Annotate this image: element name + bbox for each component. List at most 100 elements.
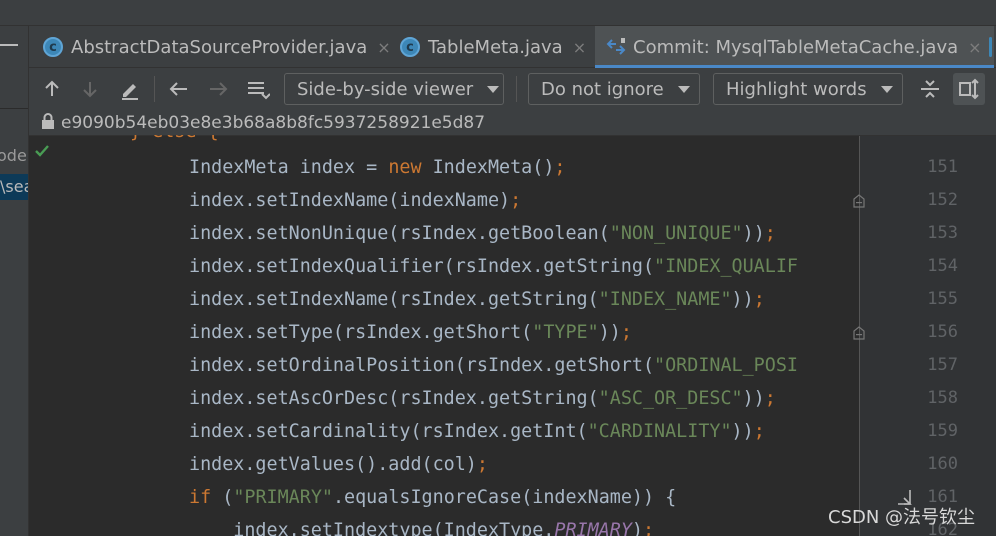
code-token: ; <box>753 421 765 442</box>
project-tree-item[interactable]: ode <box>0 146 27 165</box>
code-token: ; <box>476 454 488 475</box>
close-icon[interactable]: × <box>377 38 390 57</box>
code-token: if <box>189 487 212 508</box>
line-number: 152 <box>927 190 958 210</box>
code-token: ) <box>631 520 643 536</box>
tab-table-meta[interactable]: c TableMeta.java × <box>400 26 586 68</box>
whitespace-ignore-dropdown[interactable]: Do not ignore <box>528 73 700 105</box>
chevron-down-icon <box>487 85 500 93</box>
diff-arrows-icon <box>605 36 627 58</box>
code-line: index.setAscOrDesc(rsIndex.getString("AS… <box>189 382 776 415</box>
project-panel: ode \sea <box>0 26 29 536</box>
code-token: index.getValues().add(col) <box>189 454 477 475</box>
watermark: CSDN @法号钦尘 <box>828 507 976 528</box>
java-class-icon: c <box>43 37 63 57</box>
line-number: 155 <box>927 289 958 309</box>
code-token: "NON_UNIQUE" <box>609 223 743 244</box>
viewer-mode-dropdown[interactable]: Side-by-side viewer <box>284 73 504 105</box>
code-line: if ("PRIMARY".equalsIgnoreCase(indexName… <box>189 481 676 514</box>
line-number: 153 <box>927 223 958 243</box>
arrow-right-icon <box>210 82 228 96</box>
code-token: index.setNonUnique(rsIndex.getBoolean( <box>189 223 610 244</box>
code-token: ; <box>753 289 765 310</box>
code-token: "PRIMARY" <box>233 487 333 508</box>
code-line: index.setType(rsIndex.getShort("TYPE")); <box>189 316 632 349</box>
code-token: ; <box>620 322 632 343</box>
back-button[interactable] <box>166 76 192 102</box>
tab-label: Commit: MysqlTableMetaCache.java <box>633 36 959 58</box>
code-token: index.setIndexName(rsIndex.getString( <box>189 289 599 310</box>
code-token: index.setIndextype(IndexType. <box>189 520 555 536</box>
line-number: 160 <box>927 454 958 474</box>
code-token: index.setIndexName(indexName) <box>189 190 511 211</box>
highlight-mode-dropdown[interactable]: Highlight words <box>713 73 903 105</box>
code-line: index.setIndexName(rsIndex.getString("IN… <box>189 283 765 316</box>
code-token: index.setCardinality(rsIndex.getInt( <box>189 421 588 442</box>
edit-source-button[interactable] <box>117 76 143 102</box>
tab-commit-mysql-table-meta-cache[interactable]: Commit: MysqlTableMetaCache.java × <box>595 26 994 68</box>
code-line: index.setIndexName(indexName); <box>189 184 521 217</box>
code-token: index.setIndexQualifier(rsIndex.getStrin… <box>189 256 655 277</box>
close-icon[interactable]: × <box>968 38 981 57</box>
code-line: index.setOrdinalPosition(rsIndex.getShor… <box>189 349 798 382</box>
code-token: ; <box>510 190 522 211</box>
collapse-unchanged-button[interactable] <box>917 76 943 102</box>
hamburger-icon[interactable] <box>0 44 18 46</box>
editor-tab-bar: c AbstractDataSourceProvider.java × c Ta… <box>29 26 996 68</box>
tab-abstract-data-source-provider[interactable]: c AbstractDataSourceProvider.java × <box>43 26 391 68</box>
code-token: )) <box>731 421 754 442</box>
line-number-gutter: 151 152 153 154 155 156 157 158 159 160 161 162 <box>859 136 996 536</box>
arrow-down-icon <box>83 82 97 98</box>
pencil-icon <box>122 84 138 100</box>
line-number: 154 <box>927 256 958 276</box>
code-line: index.setIndextype(IndexType.PRIMARY); <box>189 514 654 536</box>
java-class-icon: c <box>400 37 420 57</box>
panel-divider <box>0 108 28 109</box>
code-token: "INDEX_NAME" <box>598 289 732 310</box>
chevron-down-icon <box>880 85 893 93</box>
line-number: 156 <box>927 322 958 342</box>
project-tree-item-selected[interactable]: \sea <box>0 174 28 200</box>
code-token: ; <box>764 223 776 244</box>
code-token: ( <box>211 487 234 508</box>
code-token: "CARDINALITY" <box>587 421 732 442</box>
tab-label: AbstractDataSourceProvider.java <box>71 36 368 58</box>
code-token: )) <box>598 322 621 343</box>
chevron-down-icon <box>677 85 690 93</box>
code-token: PRIMARY <box>554 520 632 536</box>
code-line: index.getValues().add(col); <box>189 448 488 481</box>
list-icon <box>248 82 270 100</box>
code-token: index.setOrdinalPosition(rsIndex.getShor… <box>189 355 655 376</box>
code-editor[interactable]: IndexMeta index = new IndexMeta(); index.… <box>29 136 859 536</box>
tab-label: TableMeta.java <box>428 36 563 58</box>
collapse-icon <box>921 80 939 98</box>
code-token: )) <box>731 289 754 310</box>
forward-button[interactable] <box>205 76 231 102</box>
code-line: index.setIndexQualifier(rsIndex.getStrin… <box>189 250 798 283</box>
arrow-up-icon <box>45 80 59 96</box>
previous-difference-button[interactable] <box>39 76 65 102</box>
sync-scroll-toggle[interactable] <box>953 73 985 105</box>
highlight-mode-value: Highlight words <box>726 78 867 100</box>
close-icon[interactable]: × <box>573 38 586 57</box>
code-token: ; <box>764 388 776 409</box>
files-list-button[interactable] <box>245 76 271 102</box>
code-token: .equalsIgnoreCase(indexName)) { <box>332 487 677 508</box>
lock-icon <box>41 112 55 133</box>
tab-overflow-fragment[interactable] <box>987 26 996 68</box>
diff-toolbar: Side-by-side viewer Do not ignore Highli… <box>29 68 996 110</box>
code-token: "ORDINAL_POSI <box>654 355 798 376</box>
next-difference-button[interactable] <box>77 76 103 102</box>
window-top-strip <box>0 0 996 26</box>
fold-marker-icon[interactable] <box>853 325 865 340</box>
inspection-ok-icon <box>34 143 50 162</box>
fold-marker-icon[interactable] <box>853 193 865 208</box>
code-token: ; <box>642 520 655 536</box>
code-token: "TYPE" <box>532 322 599 343</box>
code-token: IndexMeta() <box>421 157 555 178</box>
arrow-left-icon <box>169 82 187 96</box>
ignore-mode-value: Do not ignore <box>541 78 664 100</box>
revision-header: e9090b54eb03e8e3b68a8b8fc5937258921e5d87 <box>29 110 996 136</box>
code-token: "ASC_OR_DESC" <box>598 388 743 409</box>
code-token: )) <box>742 388 765 409</box>
